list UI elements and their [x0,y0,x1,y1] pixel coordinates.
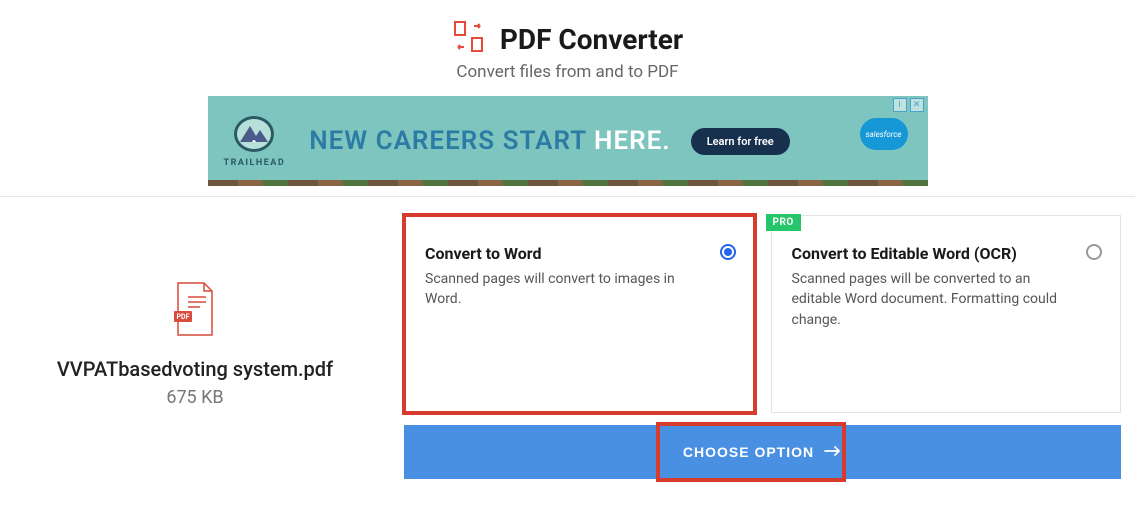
svg-text:PDF: PDF [177,313,190,321]
choose-option-label: CHOOSE OPTION [683,444,814,460]
choose-option-button[interactable]: CHOOSE OPTION [404,425,1121,479]
option-radio[interactable] [1086,244,1102,260]
option-title: Convert to Word [425,244,734,263]
pdf-file-icon: PDF [172,322,218,341]
adchoices-icon[interactable]: i [893,98,907,112]
ad-brand: TRAILHEAD [224,114,286,168]
option-desc: Scanned pages will be converted to an ed… [792,269,1062,330]
page-header: PDF Converter Convert files from and to … [0,0,1135,96]
trailhead-icon [232,114,276,154]
ad-close-icon[interactable]: ✕ [910,98,924,112]
converter-icon [452,20,486,58]
option-convert-to-editable-word[interactable]: PRO Convert to Editable Word (OCR) Scann… [771,215,1122,413]
main-content: PDF VVPATbasedvoting system.pdf 675 KB C… [0,196,1135,493]
page-subtitle: Convert files from and to PDF [0,62,1135,82]
ad-banner-container: TRAILHEAD NEW CAREERS START HERE. Learn … [0,96,1135,186]
option-title: Convert to Editable Word (OCR) [792,244,1101,263]
arrow-right-icon [824,444,842,460]
page-title: PDF Converter [500,23,683,56]
option-convert-to-word[interactable]: Convert to Word Scanned pages will conve… [404,215,755,413]
option-desc: Scanned pages will convert to images in … [425,269,695,310]
file-name: VVPATbasedvoting system.pdf [0,357,390,381]
pro-badge: PRO [766,214,801,231]
option-radio[interactable] [720,244,736,260]
options-panel: Convert to Word Scanned pages will conve… [390,197,1135,493]
ad-banner[interactable]: TRAILHEAD NEW CAREERS START HERE. Learn … [208,96,928,186]
file-size: 675 KB [0,387,390,408]
ad-cta-button[interactable]: Learn for free [691,128,790,155]
salesforce-icon: salesforce [860,118,908,150]
ad-headline: NEW CAREERS START HERE. [309,126,670,156]
file-panel: PDF VVPATbasedvoting system.pdf 675 KB [0,197,390,408]
